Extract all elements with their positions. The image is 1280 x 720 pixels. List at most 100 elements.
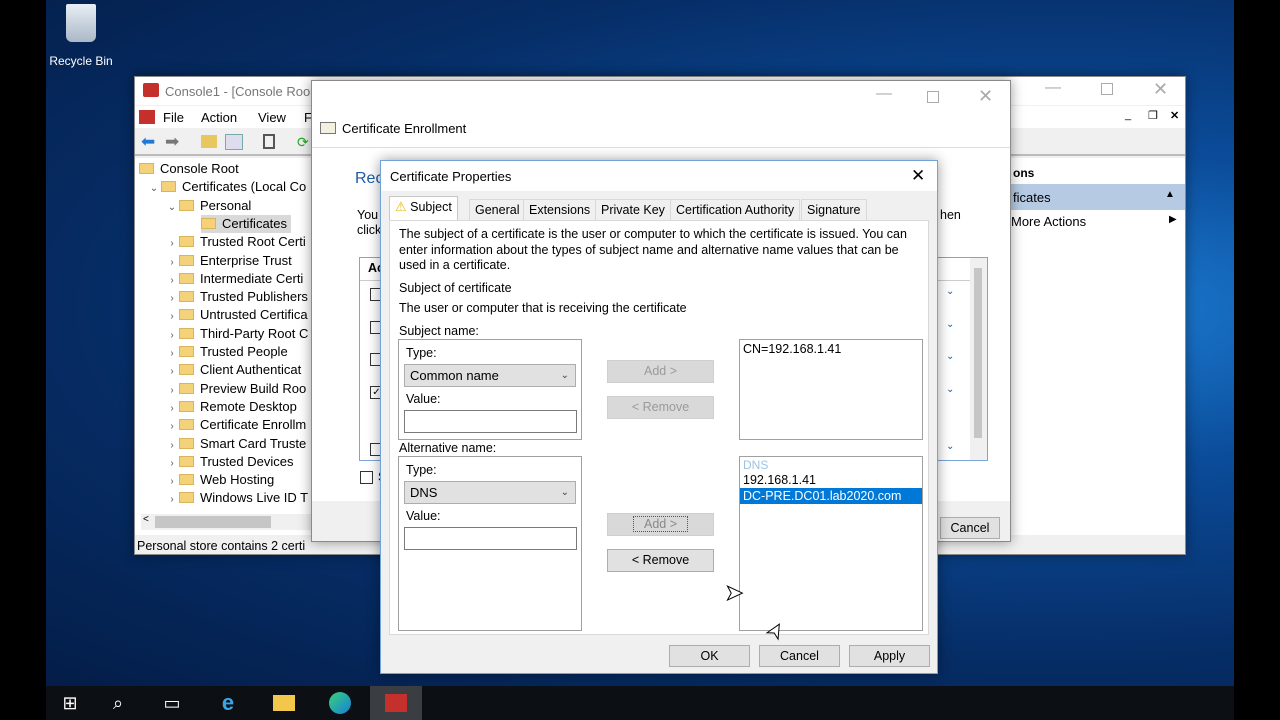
expand-chevron-icon[interactable]: › (165, 308, 179, 326)
expand-chevron-icon[interactable]: › (165, 455, 179, 473)
tree-item[interactable]: › Smart Card Truste (165, 435, 306, 453)
subject-type-select[interactable]: Common name ⌄ (404, 364, 576, 387)
alt-add-button[interactable]: Add > (607, 513, 714, 536)
menu-action[interactable]: Action (201, 110, 237, 125)
menu-file[interactable]: File (163, 110, 184, 125)
recycle-bin[interactable]: Recycle Bin (49, 4, 113, 68)
subject-tab-panel: The subject of a certificate is the user… (389, 220, 929, 635)
back-arrow-icon[interactable]: ⬅ (141, 132, 155, 152)
alt-values-list[interactable]: DNS 192.168.1.41 DC-PRE.DC01.lab2020.com (739, 456, 923, 631)
search-button[interactable]: ⌕ (94, 686, 142, 720)
subject-values-list[interactable]: CN=192.168.1.41 (739, 339, 923, 440)
expand-chevron-icon[interactable]: › (165, 254, 179, 272)
clipboard-icon[interactable] (263, 134, 275, 149)
windows-icon: ⊞ (62, 692, 78, 713)
tree-item[interactable]: ⌄ Certificates (Local Co (147, 178, 306, 196)
start-button[interactable]: ⊞ (46, 686, 94, 720)
show-all-templates-checkbox[interactable] (360, 471, 373, 484)
child-minimize-button[interactable]: _ (1125, 109, 1131, 121)
internet-explorer-button[interactable]: e (204, 686, 252, 720)
apply-button[interactable]: Apply (849, 645, 930, 667)
expand-chevron-icon[interactable]: › (165, 290, 179, 308)
more-actions[interactable]: More Actions (1011, 214, 1086, 229)
tree-item[interactable]: ⌄ Personal (165, 197, 252, 217)
tree-item[interactable]: › Web Hosting (165, 471, 274, 489)
tree-item[interactable]: › Trusted People (165, 343, 287, 363)
minimize-button[interactable]: — (1045, 79, 1061, 97)
close-button[interactable]: ✕ (1153, 79, 1168, 100)
details-chevron-icon[interactable]: ⌄ (946, 319, 954, 330)
expand-chevron-icon[interactable]: › (165, 418, 179, 436)
expand-chevron-icon[interactable]: ⌄ (165, 199, 179, 217)
maximize-button[interactable] (927, 91, 939, 103)
edge-button[interactable] (316, 686, 364, 720)
expand-chevron-icon[interactable]: › (165, 327, 179, 345)
tree-item[interactable]: › Enterprise Trust (165, 252, 291, 272)
tree-item[interactable]: › Third-Party Root C (165, 325, 308, 343)
close-button[interactable]: ✕ (911, 166, 925, 186)
ok-button[interactable]: OK (669, 645, 750, 667)
details-chevron-icon[interactable]: ⌄ (946, 384, 954, 395)
tree-item[interactable]: › Trusted Devices (165, 453, 293, 471)
actions-section-certificates[interactable]: ficates ▲ (1011, 184, 1185, 210)
tree-item[interactable]: › Remote Desktop (165, 398, 297, 416)
tab-subject[interactable]: ⚠ Subject (389, 196, 458, 220)
details-chevron-icon[interactable]: ⌄ (946, 351, 954, 362)
list-item[interactable]: CN=192.168.1.41 (740, 340, 922, 358)
tree-item[interactable]: › Trusted Publishers (165, 288, 308, 306)
submenu-arrow-icon: ▶ (1169, 214, 1177, 225)
child-restore-button[interactable]: ❐ (1148, 109, 1158, 122)
certificate-icon (320, 122, 336, 134)
tree-item[interactable]: › Client Authenticat (165, 361, 301, 379)
list-item-selected[interactable]: DC-PRE.DC01.lab2020.com (740, 488, 922, 504)
tab-certification-authority[interactable]: Certification Authority (670, 199, 801, 220)
tab-extensions[interactable]: Extensions (523, 199, 597, 220)
list-item[interactable]: 192.168.1.41 (740, 472, 922, 488)
expand-chevron-icon[interactable]: › (165, 473, 179, 491)
expand-chevron-icon[interactable]: › (165, 363, 179, 381)
expand-chevron-icon[interactable]: ⌄ (147, 180, 161, 198)
task-view-button[interactable]: ▭ (148, 686, 196, 720)
enrollment-cancel-button[interactable]: Cancel (940, 517, 1000, 539)
subject-remove-button[interactable]: < Remove (607, 396, 714, 419)
list-vertical-scrollbar[interactable] (970, 258, 987, 460)
maximize-button[interactable] (1101, 83, 1113, 95)
mmc-taskbar-button[interactable] (370, 686, 422, 720)
tab-general[interactable]: General (469, 199, 526, 220)
alt-value-input[interactable] (404, 527, 577, 550)
tree-item[interactable]: Console Root (139, 160, 239, 178)
tree-item[interactable]: › Trusted Root Certi (165, 233, 305, 253)
subject-add-button[interactable]: Add > (607, 360, 714, 383)
close-button[interactable]: ✕ (978, 86, 993, 107)
minimize-button[interactable]: — (876, 85, 892, 103)
tree-item[interactable]: › Certificate Enrollm (165, 416, 306, 434)
refresh-icon[interactable]: ⟳ (297, 134, 309, 151)
up-folder-icon[interactable] (201, 135, 217, 148)
tree-item[interactable]: › Windows Live ID T (165, 489, 308, 507)
show-hide-tree-icon[interactable] (225, 134, 243, 150)
expand-chevron-icon[interactable]: › (165, 382, 179, 400)
tree-item[interactable]: › Untrusted Certifica (165, 306, 307, 326)
alt-type-select[interactable]: DNS ⌄ (404, 481, 576, 504)
expand-chevron-icon[interactable]: › (165, 235, 179, 253)
expand-chevron-icon[interactable]: › (165, 491, 179, 509)
tree-item[interactable]: Certificates (201, 214, 292, 233)
tree-item[interactable]: › Preview Build Roo (165, 380, 306, 398)
file-explorer-button[interactable] (260, 686, 308, 720)
expand-chevron-icon[interactable]: › (165, 437, 179, 455)
subject-value-input[interactable] (404, 410, 577, 433)
expand-chevron-icon[interactable]: › (165, 400, 179, 418)
menu-view[interactable]: View (258, 110, 286, 125)
alt-remove-button[interactable]: < Remove (607, 549, 714, 572)
expand-chevron-icon[interactable]: › (165, 272, 179, 290)
forward-arrow-icon[interactable]: ➡ (165, 132, 179, 152)
details-chevron-icon[interactable]: ⌄ (946, 441, 954, 452)
cancel-button[interactable]: Cancel (759, 645, 840, 667)
tab-private-key[interactable]: Private Key (595, 199, 671, 220)
tab-signature[interactable]: Signature (801, 199, 867, 220)
tree-item[interactable]: › Intermediate Certi (165, 270, 303, 288)
child-close-button[interactable]: ✕ (1170, 109, 1179, 122)
details-chevron-icon[interactable]: ⌄ (946, 286, 954, 297)
expand-chevron-icon[interactable]: › (165, 345, 179, 363)
tree-horizontal-scrollbar[interactable]: < (141, 514, 311, 530)
